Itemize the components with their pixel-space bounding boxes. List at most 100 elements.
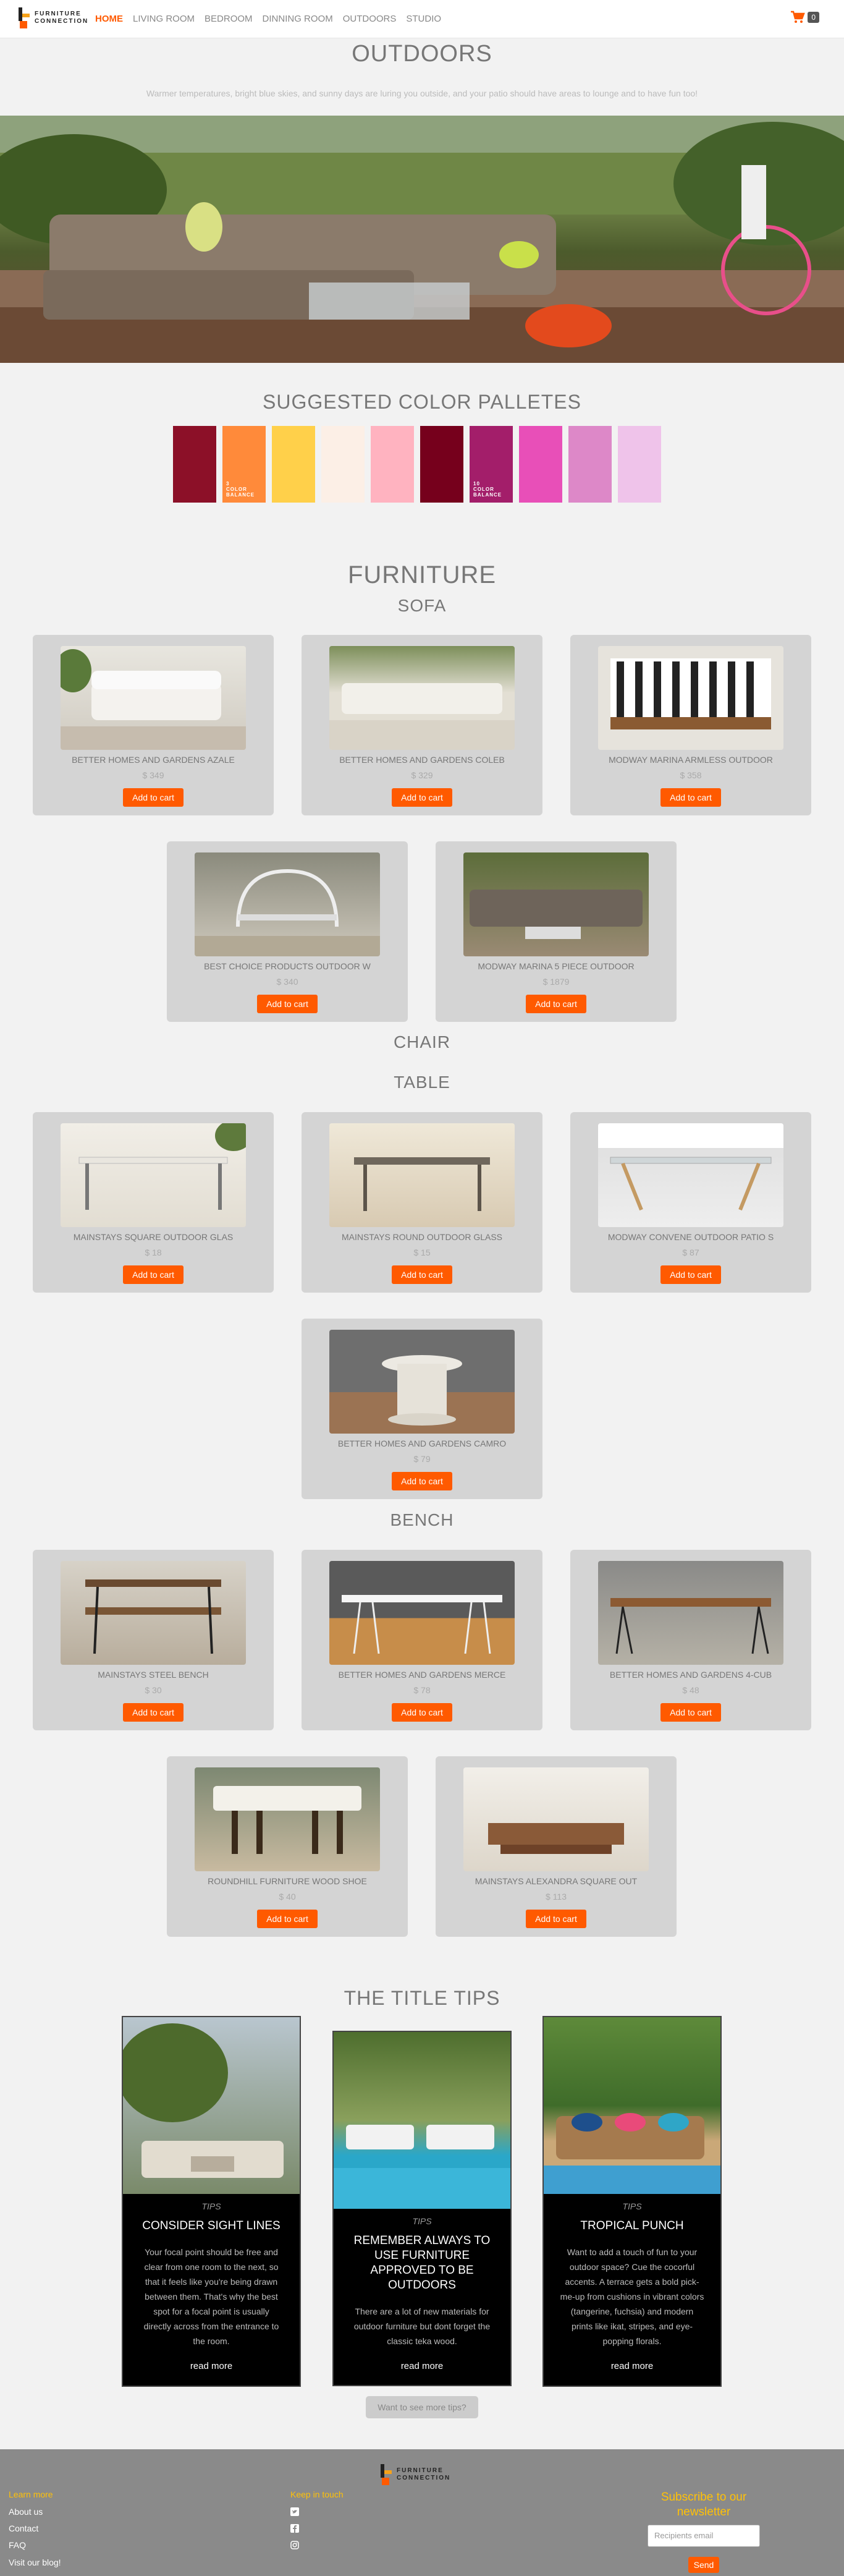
tip-tag: TIPS [622,2201,642,2211]
product-price: $ 79 [413,1454,431,1464]
nav-link-dinning-room[interactable]: DINNING ROOM [263,14,333,24]
product-price: $ 358 [680,770,702,780]
product-image[interactable] [329,646,515,750]
product-image[interactable] [61,1561,246,1665]
footer-link-blog[interactable]: Visit our blog! [9,2557,61,2567]
color-swatch [272,426,315,503]
product-card: MODWAY MARINA 5 PIECE OUTDOOR $ 1879 Add… [436,841,677,1022]
add-to-cart-button[interactable]: Add to cart [526,1910,586,1928]
product-name: MAINSTAYS SQUARE OUTDOOR GLAS [73,1232,234,1242]
footer-link-contact[interactable]: Contact [9,2523,38,2533]
read-more-link[interactable]: read more [123,2361,300,2371]
product-image[interactable] [61,646,246,750]
product-image[interactable] [598,1561,783,1665]
product-name: MODWAY MARINA 5 PIECE OUTDOOR [478,961,635,971]
product-card: MAINSTAYS SQUARE OUTDOOR GLAS $ 18 Add t… [33,1112,274,1293]
color-swatch [420,426,463,503]
color-swatch [519,426,562,503]
nav-link-studio[interactable]: STUDIO [406,14,441,24]
nav-links: HOME LIVING ROOM BEDROOM DINNING ROOM OU… [95,14,451,24]
product-price: $ 329 [411,770,433,780]
add-to-cart-button[interactable]: Add to cart [392,1703,452,1722]
tips-title: THE TITLE TIPS [344,1987,500,2009]
tip-card: TIPS REMEMBER ALWAYS TO USE FURNITURE AP… [332,2031,512,2386]
product-name: BETTER HOMES AND GARDENS AZALE [72,755,235,765]
cart-count-badge: 0 [808,12,819,23]
send-button[interactable]: Send [688,2557,719,2573]
logo-line2: CONNECTION [35,18,89,25]
more-tips-button[interactable]: Want to see more tips? [366,2396,478,2418]
add-to-cart-button[interactable]: Add to cart [392,788,452,807]
add-to-cart-button[interactable]: Add to cart [257,1910,318,1928]
product-image[interactable] [463,852,649,956]
product-image[interactable] [329,1561,515,1665]
tip-card: TIPS TROPICAL PUNCH Want to add a touch … [542,2016,722,2387]
product-price: $ 78 [413,1685,431,1695]
tip-title: CONSIDER SIGHT LINES [142,2219,281,2232]
add-to-cart-button[interactable]: Add to cart [526,995,586,1013]
footer-link-about[interactable]: About us [9,2507,43,2517]
product-card: BETTER HOMES AND GARDENS CAMRO $ 79 Add … [302,1319,542,1499]
bench-title: BENCH [390,1510,454,1529]
page-subtitle: Warmer temperatures, bright blue skies, … [146,88,698,98]
add-to-cart-button[interactable]: Add to cart [392,1265,452,1284]
product-card: BETTER HOMES AND GARDENS 4-CUB $ 48 Add … [570,1550,811,1730]
product-price: $ 18 [145,1248,162,1257]
logo[interactable]: FURNITURE CONNECTION [17,6,88,30]
facebook-icon[interactable] [290,2524,299,2533]
product-image[interactable] [195,1767,380,1871]
product-name: BEST CHOICE PRODUCTS OUTDOOR W [204,961,371,971]
product-image[interactable] [598,1123,783,1227]
nav-link-home[interactable]: HOME [95,14,123,24]
add-to-cart-button[interactable]: Add to cart [660,788,721,807]
product-price: $ 113 [546,1892,567,1902]
product-name: ROUNDHILL FURNITURE WOOD SHOE [208,1876,367,1886]
footer-logo-line1: FURNITURE [397,2467,444,2474]
product-image[interactable] [598,646,783,750]
product-image[interactable] [329,1123,515,1227]
add-to-cart-button[interactable]: Add to cart [123,1265,184,1284]
logo-mark-icon [379,2463,393,2486]
product-card: MAINSTAYS ROUND OUTDOOR GLASS $ 15 Add t… [302,1112,542,1293]
footer-logo[interactable]: FURNITURE CONNECTION [379,2463,450,2486]
tip-image [334,2032,510,2209]
nav-link-bedroom[interactable]: BEDROOM [205,14,253,24]
product-card: BETTER HOMES AND GARDENS AZALE $ 349 Add… [33,635,274,815]
keep-in-touch-heading: Keep in touch [290,2489,344,2499]
add-to-cart-button[interactable]: Add to cart [660,1703,721,1722]
add-to-cart-button[interactable]: Add to cart [392,1472,452,1490]
add-to-cart-button[interactable]: Add to cart [123,1703,184,1722]
product-image[interactable] [61,1123,246,1227]
nav-link-living-room[interactable]: LIVING ROOM [133,14,195,24]
product-name: BETTER HOMES AND GARDENS CAMRO [337,1439,507,1448]
product-image[interactable] [329,1330,515,1434]
cart-button[interactable]: 0 [790,11,819,24]
twitter-icon[interactable] [290,2507,299,2516]
tip-text: There are a lot of new materials for out… [353,2306,491,2346]
logo-mark-icon [17,6,31,30]
product-name: BETTER HOMES AND GARDENS MERCE [338,1670,506,1680]
instagram-icon[interactable] [290,2541,299,2549]
footer-link-faq[interactable]: FAQ [9,2540,26,2550]
tip-title: TROPICAL PUNCH [580,2219,684,2232]
nav-link-outdoors[interactable]: OUTDOORS [343,14,397,24]
product-price: $ 349 [142,770,164,780]
color-swatch [371,426,414,503]
product-name: MODWAY CONVENE OUTDOOR PATIO S [607,1232,774,1242]
product-name: BETTER HOMES AND GARDENS COLEB [339,755,505,765]
read-more-link[interactable]: read more [334,2361,510,2371]
add-to-cart-button[interactable]: Add to cart [123,788,184,807]
product-price: $ 87 [682,1248,699,1257]
read-more-link[interactable]: read more [544,2361,720,2371]
product-card: BEST CHOICE PRODUCTS OUTDOOR W $ 340 Add… [167,841,408,1022]
product-image[interactable] [195,852,380,956]
color-swatch: 10 COLOR BALANCE [470,426,513,503]
color-swatch: 3 COLOR BALANCE [222,426,266,503]
add-to-cart-button[interactable]: Add to cart [257,995,318,1013]
navbar: FURNITURE CONNECTION HOME LIVING ROOM BE… [0,0,844,38]
add-to-cart-button[interactable]: Add to cart [660,1265,721,1284]
newsletter-email-input[interactable]: Recipients email [648,2525,760,2547]
product-price: $ 48 [682,1685,699,1695]
product-image[interactable] [463,1767,649,1871]
color-swatch [173,426,216,503]
